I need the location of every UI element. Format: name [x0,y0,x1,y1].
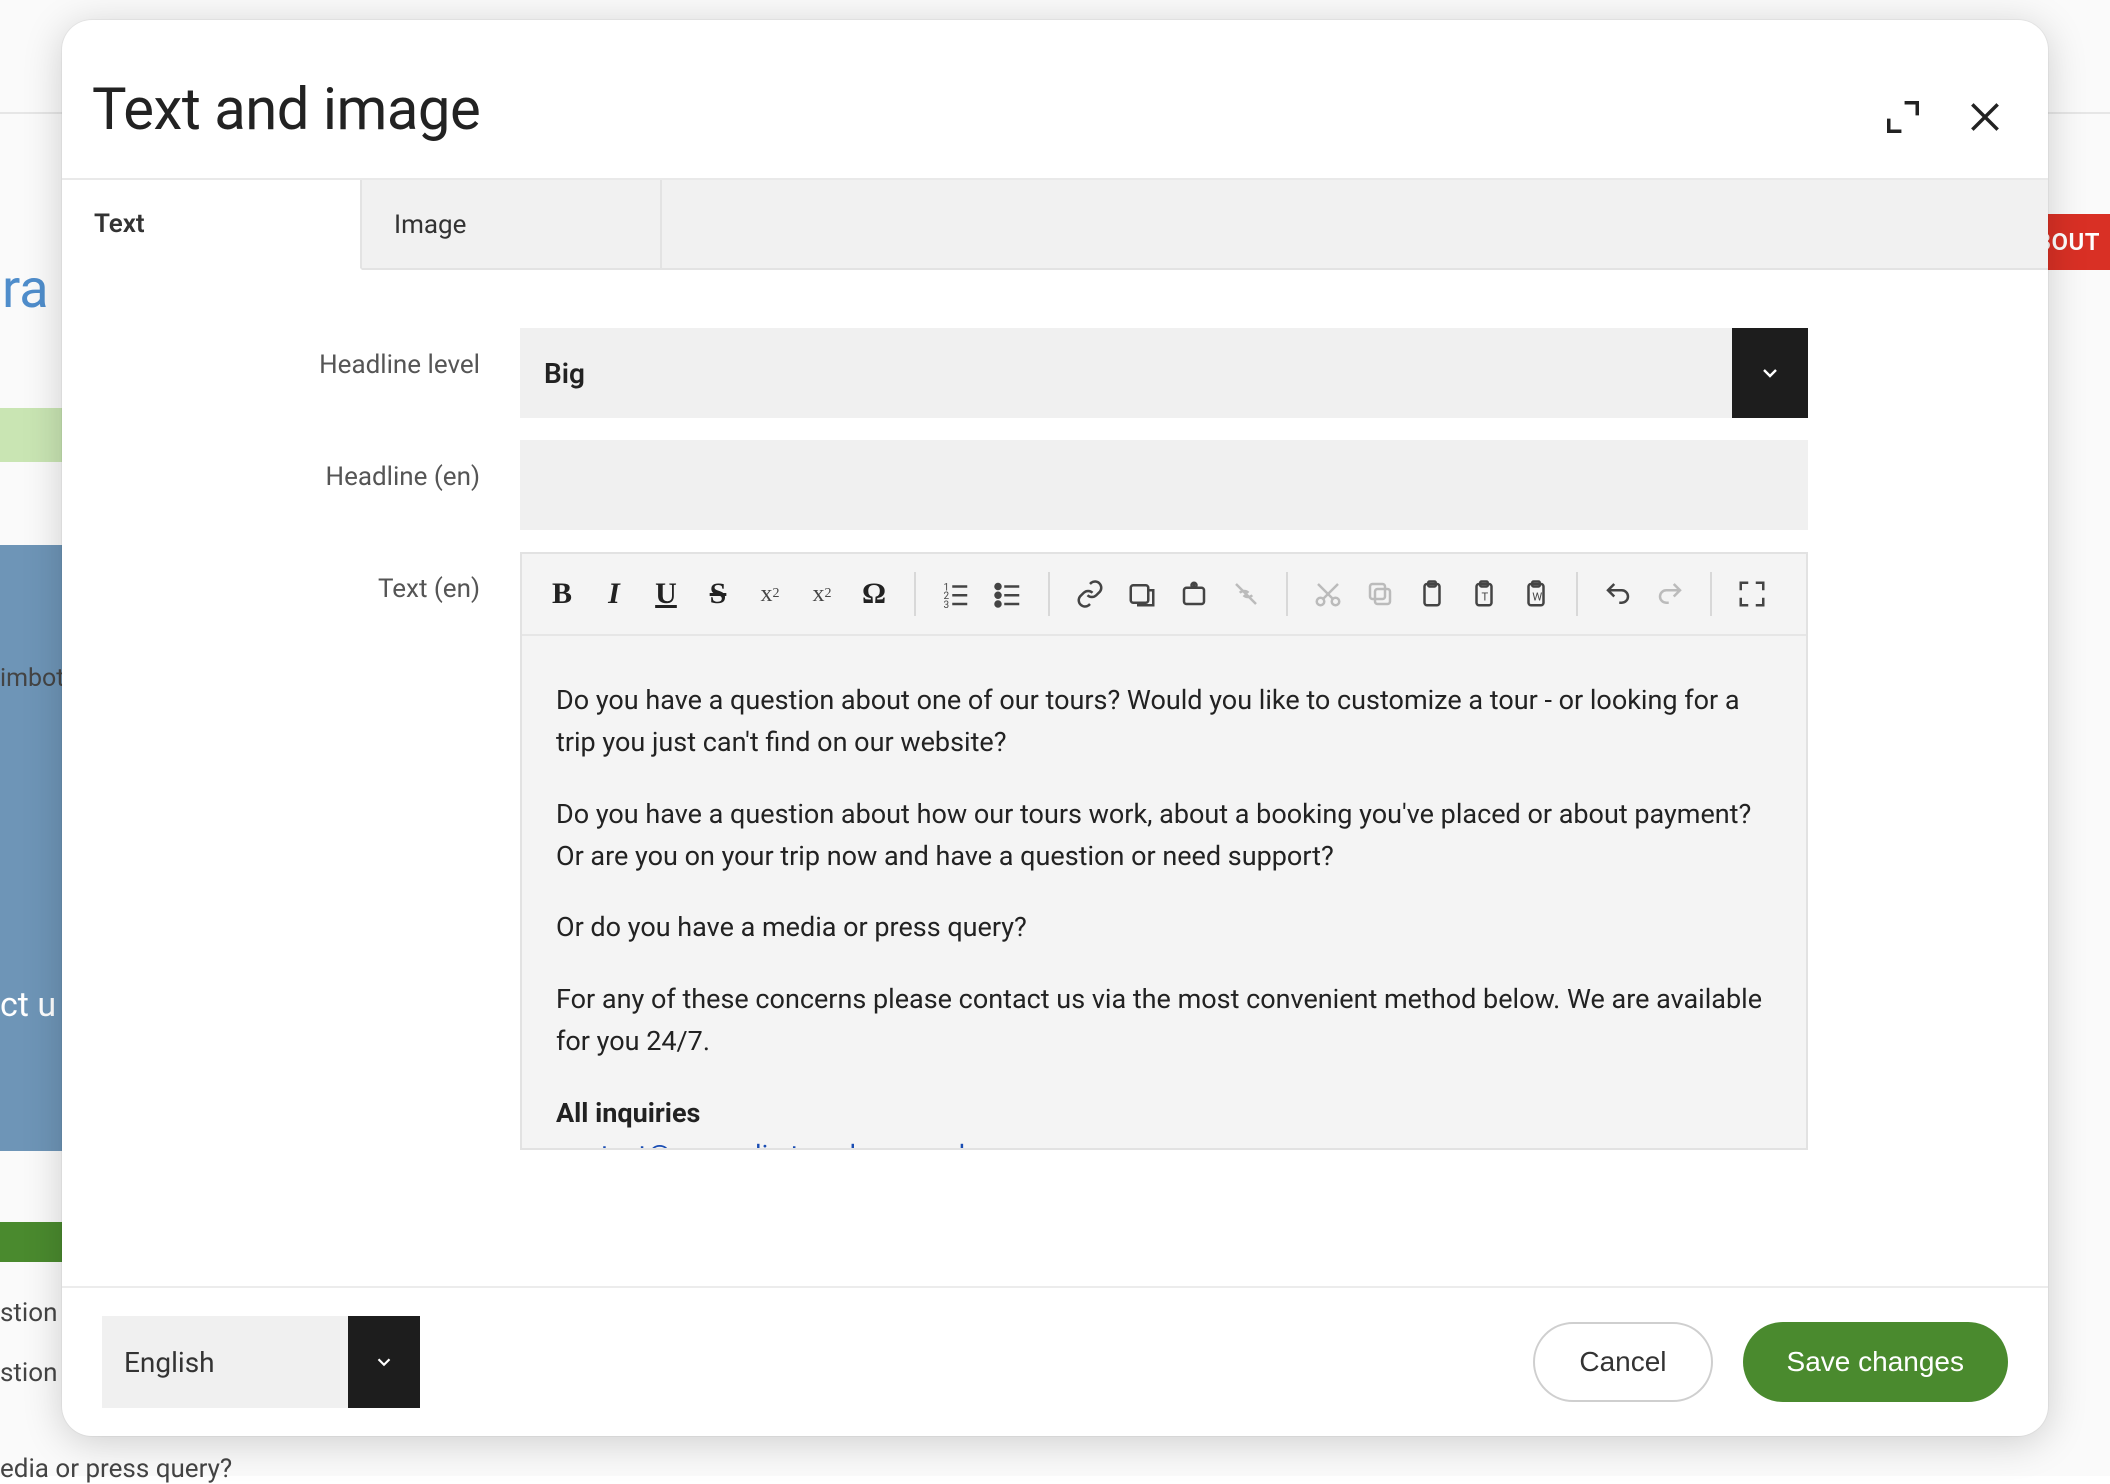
link-icon[interactable] [1068,572,1112,616]
special-char-icon[interactable]: Ω [852,577,896,611]
dialog-header: Text and image [62,20,2048,180]
dialog-title: Text and image [92,76,480,144]
toolbar-separator [1710,572,1712,616]
tab-image-label: Image [394,210,466,240]
inquiries-email-link[interactable]: contact@magnolia-travels-example.com [556,1139,1040,1148]
row-text-en: Text (en) B I U S x2 x2 Ω 123 [118,552,1808,1150]
chevron-down-icon [348,1316,420,1408]
bg-green-strip [0,408,64,462]
save-button[interactable]: Save changes [1743,1322,2008,1402]
undo-icon[interactable] [1596,572,1640,616]
paragraph: All inquiries contact@magnolia-travels-e… [556,1093,1772,1148]
paragraph: Or do you have a media or press query? [556,907,1772,949]
toolbar-separator [1048,572,1050,616]
editor-toolbar: B I U S x2 x2 Ω 123 [522,554,1806,636]
underline-icon[interactable]: U [644,577,688,611]
paragraph: For any of these concerns please contact… [556,979,1772,1063]
dialog-footer: English Cancel Save changes [62,1286,2048,1436]
label-text-en: Text (en) [118,552,520,1150]
paragraph: Do you have a question about how our tou… [556,794,1772,878]
row-headline-en: Headline (en) [118,440,1808,530]
rich-text-editor: B I U S x2 x2 Ω 123 [520,552,1808,1150]
headline-en-input[interactable] [520,440,1808,530]
unlink-icon [1224,572,1268,616]
tabs-rest [662,180,2048,268]
expand-icon[interactable] [1880,94,1926,140]
row-headline-level: Headline level Big [118,328,1808,418]
superscript-icon[interactable]: x2 [800,572,844,616]
chevron-down-icon [1732,328,1808,418]
svg-text:T: T [1482,590,1489,603]
bg-jumbot-fragment: imbot [0,664,64,693]
copy-icon [1358,572,1402,616]
svg-text:W: W [1532,590,1542,603]
redo-icon [1648,572,1692,616]
paste-word-icon[interactable]: W [1514,572,1558,616]
language-select[interactable]: English [102,1316,420,1408]
paragraph: Do you have a question about one of our … [556,680,1772,764]
label-headline-en: Headline (en) [118,440,520,530]
close-icon[interactable] [1962,94,2008,140]
strikethrough-icon[interactable]: S [696,577,740,611]
ordered-list-icon[interactable]: 123 [934,572,978,616]
bold-icon[interactable]: B [540,577,584,611]
bullet-list-icon[interactable] [986,572,1030,616]
bg-green-strip-2 [0,1222,64,1262]
svg-text:3: 3 [944,600,950,609]
cancel-button[interactable]: Cancel [1533,1322,1712,1402]
tab-image[interactable]: Image [362,180,662,270]
toolbar-separator [1576,572,1578,616]
tabs: Text Image [62,180,2048,270]
paste-text-icon[interactable]: T [1462,572,1506,616]
paste-icon[interactable] [1410,572,1454,616]
internal-link-icon[interactable] [1120,572,1164,616]
cut-icon [1306,572,1350,616]
footer-actions: Cancel Save changes [1533,1322,2008,1402]
headline-level-select[interactable]: Big [520,328,1808,418]
headline-level-value: Big [520,328,1732,418]
bg-subtext-1: stion [0,1298,57,1328]
label-headline-level: Headline level [118,328,520,418]
bg-hero-text-fragment: ct u [0,985,56,1025]
tab-text[interactable]: Text [62,180,362,270]
form-body: Headline level Big Headline (en) Text (e… [62,270,2048,1286]
tab-text-label: Text [94,209,145,239]
italic-icon[interactable]: I [592,577,636,611]
language-value: English [102,1316,348,1408]
bg-subtext-2: stion [0,1358,57,1388]
asset-link-icon[interactable] [1172,572,1216,616]
header-icons [1880,76,2008,140]
editor-content[interactable]: Do you have a question about one of our … [522,636,1806,1148]
logo-fragment: ra [2,258,49,321]
toolbar-separator [914,572,916,616]
toolbar-separator [1286,572,1288,616]
subscript-icon[interactable]: x2 [748,572,792,616]
bg-subtext-3: edia or press query? [0,1454,232,1484]
bg-blue-hero [0,545,64,1151]
inquiries-heading: All inquiries [556,1097,700,1129]
maximize-icon[interactable] [1730,572,1774,616]
text-image-dialog: Text and image Text Image Headline level… [62,20,2048,1436]
